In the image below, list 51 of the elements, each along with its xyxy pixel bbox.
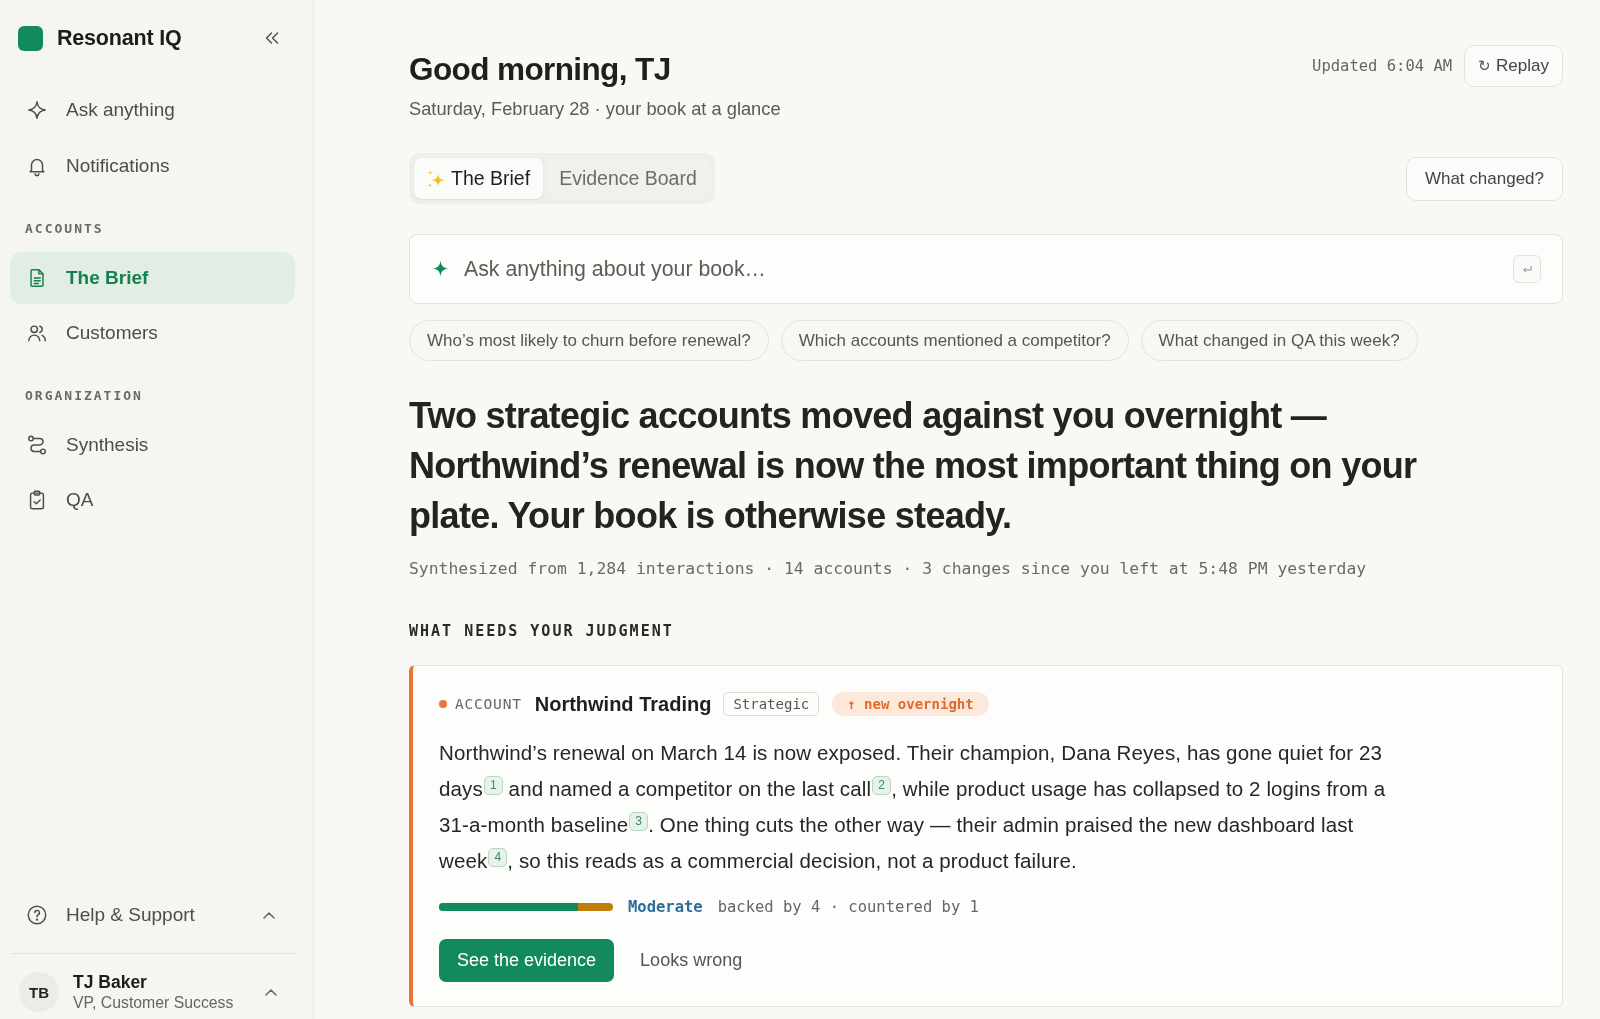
- tier-tag: Strategic: [723, 692, 820, 716]
- confidence-label: Moderate: [628, 898, 703, 916]
- citation-link[interactable]: 1: [483, 776, 503, 795]
- citation-link[interactable]: 2: [872, 776, 892, 795]
- sparkle-icon: [26, 99, 48, 121]
- view-tab[interactable]: The Brief: [414, 158, 544, 199]
- evidence-button[interactable]: See the evidence: [439, 939, 615, 982]
- brief-meta: Synthesized from 1,284 interactions · 14 accounts · 3 changes since you left at 5:48 PM yesterday: [409, 558, 1368, 580]
- what-changed-button[interactable]: What changed?: [1405, 156, 1563, 201]
- nav-item[interactable]: The Brief: [10, 252, 295, 304]
- replay-button[interactable]: ↻ Replay: [1464, 45, 1563, 87]
- help-icon: [26, 904, 48, 926]
- suggestion-chip[interactable]: Who’s most likely to churn before renewal?: [409, 320, 769, 361]
- ask-input[interactable]: Ask anything about your book…: [409, 234, 1563, 304]
- section-title: WHAT NEEDS YOUR JUDGMENT: [409, 622, 675, 640]
- citation-link[interactable]: 4: [488, 848, 508, 867]
- greeting-title: Good morning, TJ: [409, 50, 672, 89]
- suggestion-chip[interactable]: Which accounts mentioned a competitor?: [780, 320, 1129, 361]
- user-name: TJ Baker: [73, 972, 148, 993]
- card-type-label: ACCOUNT: [455, 696, 522, 712]
- collapse-sidebar-icon[interactable]: [265, 32, 279, 44]
- chevron-up-icon[interactable]: [265, 988, 277, 996]
- evidence-count: backed by 4 · countered by 1: [717, 898, 979, 916]
- user-role: VP, Customer Success: [73, 993, 234, 1012]
- feedback-button[interactable]: Looks wrong: [628, 939, 755, 982]
- refresh-icon: ↻: [1478, 57, 1492, 75]
- logo-icon: [18, 25, 43, 51]
- account-summary: Northwind’s renewal on March 14 is now exposed. Their champion, Dana Reyes, has gone quiet for 23 days $^{1}$ and named a competitor on the last call $^{2}$ , while product usage has collapsed to 2 logins from a 31-a-month baseline $^{3}$ . One thing cuts the other way — their admin praised the new dashboard last week $^{4}$ , so this reads as a commercial decision, not a product failure.: [439, 740, 1387, 874]
- brief-headline: Two strategic accounts moved against you overnight — Northwind’s renewal is now the most important thing on your plate. Your book is otherwise steady.: [409, 394, 1418, 538]
- chevron-up-icon: [263, 911, 275, 919]
- sparkle-icon: [432, 260, 449, 277]
- citation-link[interactable]: 3: [629, 812, 649, 831]
- status-tag: ↑ new overnight: [832, 692, 989, 716]
- account-name[interactable]: Northwind Trading: [534, 692, 712, 716]
- users-icon: [26, 322, 48, 344]
- brand-name: Resonant IQ: [57, 25, 182, 51]
- route-icon: [26, 434, 48, 456]
- nav-item[interactable]: Ask anything: [10, 84, 295, 136]
- user-avatar[interactable]: TB: [19, 972, 59, 1012]
- suggestion-chip[interactable]: What changed in QA this week?: [1140, 320, 1418, 361]
- help-support-item[interactable]: Help & Support: [10, 889, 295, 941]
- nav-item[interactable]: QA: [10, 474, 295, 526]
- nav-item[interactable]: Synthesis: [10, 419, 295, 471]
- enter-key-icon: [1513, 255, 1541, 283]
- nav-section-label: ORGANIZATION: [24, 387, 144, 405]
- date-subtitle: Saturday, February 28 · your book at a glance: [409, 97, 781, 121]
- nav-item[interactable]: Customers: [10, 307, 295, 359]
- nav-item[interactable]: Notifications: [10, 140, 295, 192]
- nav-section-label: ACCOUNTS: [24, 220, 105, 238]
- sparkles-icon: [427, 169, 445, 188]
- updated-time: Updated 6:04 AM: [1312, 57, 1453, 75]
